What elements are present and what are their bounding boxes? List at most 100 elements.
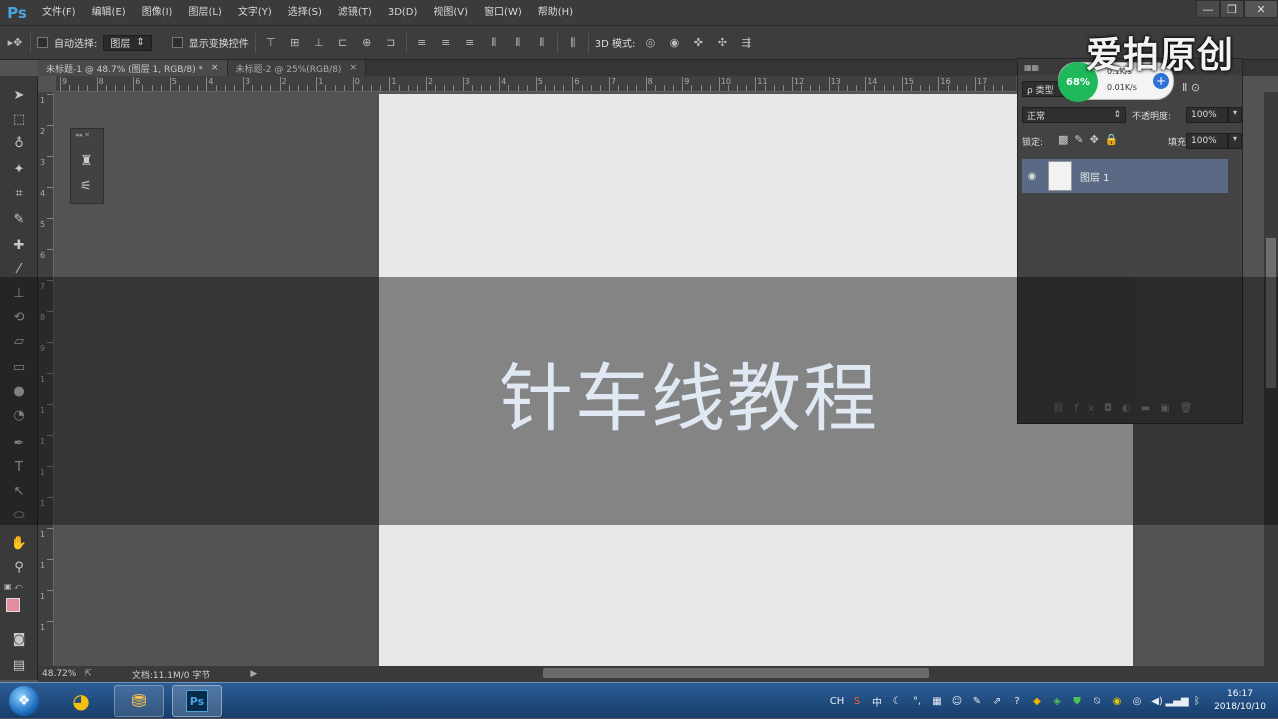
keyboard-icon[interactable]: ▦ [930, 694, 944, 708]
system-clock[interactable]: 16:17 2018/10/10 [1210, 688, 1270, 714]
3d-rotate-icon[interactable]: ◎ [641, 35, 659, 51]
distribute-vcenter-icon[interactable]: ≡ [437, 35, 455, 51]
usb-icon[interactable]: ⍉ [1090, 694, 1104, 708]
crop-tool-icon[interactable]: ⌗ [7, 182, 31, 204]
screen-mode-icon[interactable]: ▤ [7, 654, 31, 676]
ime-chinese-indicator[interactable]: 中 [870, 694, 884, 709]
layer-row[interactable]: ◉ 图层 1 [1022, 159, 1228, 193]
start-button[interactable]: ❖ [4, 685, 44, 717]
3d-drag-icon[interactable]: ✜ [689, 35, 707, 51]
minimize-button[interactable]: — [1196, 0, 1220, 18]
signal-icon[interactable]: ▂▄▆ [1165, 694, 1188, 708]
tray-app-icon[interactable]: ◉ [1110, 694, 1124, 708]
move-tool-icon[interactable]: ➤ [7, 84, 31, 106]
auto-select-dropdown[interactable]: 图层 ⇕ [103, 34, 152, 51]
panel-grip-icon[interactable]: ◂◂ ✕ [75, 131, 90, 139]
menu-3d[interactable]: 3D(D) [380, 0, 426, 26]
zoom-level[interactable]: 48.72% [42, 669, 76, 679]
tab-document-1[interactable]: 未标题-1 @ 48.7% (图层 1, RGB/8) * × [38, 60, 228, 76]
menu-select[interactable]: 选择(S) [280, 0, 330, 26]
export-icon[interactable]: ⇱ [84, 669, 92, 679]
horizontal-scroll-thumb[interactable] [543, 668, 929, 678]
status-menu-arrow-icon[interactable]: ▶ [250, 669, 257, 679]
align-top-icon[interactable]: ⊤ [262, 35, 280, 51]
quick-mask-icon[interactable]: ◙ [7, 628, 31, 650]
magic-wand-tool-icon[interactable]: ✦ [7, 158, 31, 180]
menu-type[interactable]: 文字(Y) [230, 0, 280, 26]
healing-brush-tool-icon[interactable]: ✚ [7, 234, 31, 256]
menu-help[interactable]: 帮助(H) [530, 0, 581, 26]
visibility-eye-icon[interactable]: ◉ [1022, 171, 1042, 182]
align-bottom-icon[interactable]: ⊥ [310, 35, 328, 51]
fill-slider-arrow-icon[interactable]: ▾ [1228, 133, 1242, 149]
3d-scale-icon[interactable]: ⇶ [737, 35, 755, 51]
taskbar-app-recorder[interactable]: ⛃ [114, 685, 164, 717]
panel-tab-icon[interactable]: ▦▦ [1024, 63, 1039, 72]
ime-indicator[interactable]: CH [830, 694, 845, 708]
properties-icon[interactable]: ⚟ [80, 179, 92, 194]
ruler-major-tick [96, 77, 98, 91]
bluetooth-icon[interactable]: ᛒ [1190, 694, 1204, 708]
align-vcenter-icon[interactable]: ⊞ [286, 35, 304, 51]
tool-presets-icon[interactable]: ♜ [80, 153, 93, 169]
dropdown-arrow-icon: ⇕ [1113, 110, 1121, 120]
punctuation-icon[interactable]: °, [910, 694, 924, 708]
distribute-hcenter-icon[interactable]: ⦀ [509, 35, 527, 51]
help-icon[interactable]: ? [1010, 694, 1024, 708]
lasso-tool-icon[interactable]: ♁ [7, 132, 31, 154]
distribute-bottom-icon[interactable]: ≡ [461, 35, 479, 51]
marquee-tool-icon[interactable]: ⬚ [7, 108, 31, 130]
eyedropper-tool-icon[interactable]: ✎ [7, 208, 31, 230]
opacity-slider-arrow-icon[interactable]: ▾ [1228, 107, 1242, 123]
zoom-tool-icon[interactable]: ⚲ [7, 556, 31, 578]
security-shield-icon[interactable]: ⛊ [1070, 694, 1084, 708]
menu-layer[interactable]: 图层(L) [180, 0, 229, 26]
menu-window[interactable]: 窗口(W) [476, 0, 530, 26]
blend-mode-dropdown[interactable]: 正常 ⇕ [1022, 107, 1126, 123]
menu-edit[interactable]: 编辑(E) [84, 0, 134, 26]
menu-filter[interactable]: 滤镜(T) [330, 0, 380, 26]
menu-file[interactable]: 文件(F) [34, 0, 84, 26]
foreground-color-swatch[interactable] [6, 598, 20, 612]
align-right-icon[interactable]: ⊐ [382, 35, 400, 51]
align-left-icon[interactable]: ⊏ [334, 35, 352, 51]
share-icon[interactable]: ⇗ [990, 694, 1004, 708]
restore-button[interactable]: ❐ [1220, 0, 1244, 18]
tray-app-icon[interactable]: ◈ [1050, 694, 1064, 708]
3d-slide-icon[interactable]: ✣ [713, 35, 731, 51]
menu-image[interactable]: 图像(I) [134, 0, 181, 26]
ruler-minor-tick [636, 85, 638, 91]
distribute-left-icon[interactable]: ⦀ [485, 35, 503, 51]
network-icon[interactable]: ◎ [1130, 694, 1144, 708]
move-tool-preset-icon[interactable]: ▸✥ [6, 35, 24, 51]
swap-colors-icon[interactable]: ▣ ⤺ [4, 582, 34, 591]
tray-app-icon[interactable]: ◆ [1030, 694, 1044, 708]
menu-view[interactable]: 视图(V) [425, 0, 476, 26]
sogou-ime-icon[interactable]: S [850, 694, 864, 708]
user-icon[interactable]: ☺ [950, 694, 964, 708]
taskbar-app-browser[interactable]: ◕ [56, 685, 106, 717]
lock-icons[interactable]: ▩✎✥🔒 [1058, 133, 1125, 146]
tools-icon[interactable]: ✎ [970, 694, 984, 708]
opacity-input[interactable]: 100% [1186, 107, 1228, 123]
distribute-top-icon[interactable]: ≡ [413, 35, 431, 51]
close-button[interactable]: ✕ [1244, 0, 1278, 18]
distribute-right-icon[interactable]: ⦀ [533, 35, 551, 51]
hand-tool-icon[interactable]: ✋ [7, 532, 31, 554]
volume-icon[interactable]: ◀) [1150, 694, 1164, 708]
halfwidth-moon-icon[interactable]: ☾ [890, 694, 904, 708]
tab-close-icon[interactable]: × [211, 63, 219, 73]
auto-align-icon[interactable]: ⫼ [564, 35, 582, 51]
align-hcenter-icon[interactable]: ⊕ [358, 35, 376, 51]
filter-icons[interactable]: Ⅱ ⊙ [1182, 81, 1200, 94]
layer-name[interactable]: 图层 1 [1080, 169, 1110, 184]
fill-input[interactable]: 100% [1186, 133, 1228, 149]
show-transform-checkbox[interactable] [171, 37, 183, 48]
dropdown-arrow-icon: ⇕ [136, 37, 145, 48]
3d-roll-icon[interactable]: ◉ [665, 35, 683, 51]
taskbar-app-photoshop[interactable]: Ps [172, 685, 222, 717]
ruler-label: 7 [611, 77, 617, 86]
tab-close-icon[interactable]: × [349, 63, 357, 73]
auto-select-checkbox[interactable] [37, 37, 48, 48]
tab-document-2[interactable]: 未标题-2 @ 25%(RGB/8) × [227, 60, 366, 76]
